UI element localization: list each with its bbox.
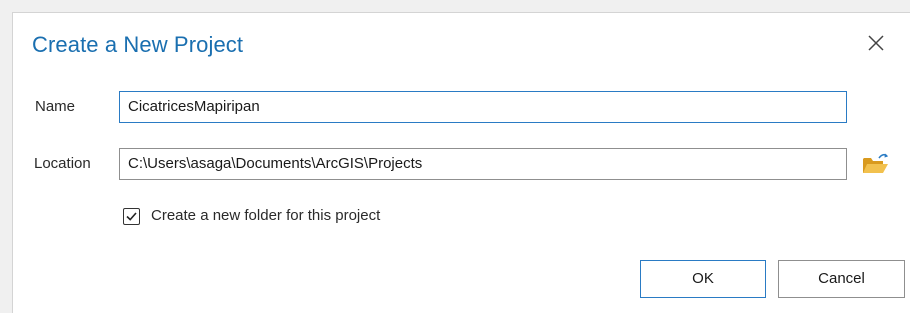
folder-open-icon[interactable] <box>861 152 891 176</box>
create-folder-label[interactable]: Create a new folder for this project <box>151 207 380 224</box>
name-label: Name <box>35 98 76 115</box>
ok-button[interactable]: OK <box>640 260 766 298</box>
create-project-dialog: Create a New Project Name CicatricesMapi… <box>12 12 910 313</box>
dialog-title: Create a New Project <box>32 32 244 57</box>
project-name-input[interactable]: CicatricesMapiripan <box>119 91 847 123</box>
create-folder-checkbox[interactable] <box>123 208 140 225</box>
cancel-button[interactable]: Cancel <box>778 260 905 298</box>
location-label: Location <box>34 155 91 172</box>
close-icon[interactable] <box>866 33 886 53</box>
location-input[interactable]: C:\Users\asaga\Documents\ArcGIS\Projects <box>119 148 847 180</box>
